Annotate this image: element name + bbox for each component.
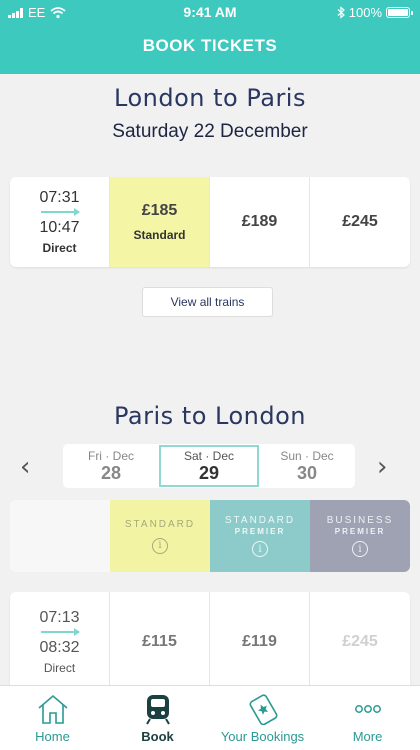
date-option-fri[interactable]: Fri · Dec 28: [63, 444, 159, 488]
date-number: 30: [296, 462, 318, 483]
ticket-icon: [249, 694, 277, 725]
return-fare-standard[interactable]: £115: [110, 592, 210, 692]
bluetooth-icon: [337, 6, 345, 19]
journey-arrow-icon: [40, 208, 80, 216]
class-subname: PREMIER: [234, 527, 286, 536]
date-day: Sun: [280, 448, 302, 463]
date-month: Dec: [112, 448, 134, 463]
date-month: Dec: [312, 448, 334, 463]
info-icon[interactable]: i: [252, 541, 268, 557]
arrive-time: 08:32: [39, 639, 80, 656]
class-subname: PREMIER: [334, 527, 386, 536]
date-day: Sat: [183, 448, 202, 463]
class-name: STANDARD: [224, 515, 296, 526]
view-all-trains-button[interactable]: View all trains: [142, 287, 273, 317]
battery-icon: [386, 7, 413, 18]
fare-price: £245: [342, 213, 378, 230]
fare-price: £189: [241, 213, 278, 230]
tab-your-bookings[interactable]: Your Bookings: [210, 686, 315, 750]
return-route-title: Paris to London: [114, 402, 306, 430]
journey-arrow-icon: [40, 628, 80, 636]
fare-price: £119: [242, 633, 277, 650]
return-fare-business-premier[interactable]: £245: [310, 592, 410, 692]
train-icon: [145, 695, 170, 725]
class-name: BUSINESS: [326, 515, 394, 526]
fare-price: £245: [342, 633, 378, 650]
class-header-row: STANDARD i STANDARD PREMIER i BUSINESS P…: [10, 500, 410, 572]
class-header-standard-premier[interactable]: STANDARD PREMIER i: [210, 500, 310, 572]
fare-option-business-premier[interactable]: £245: [310, 177, 410, 267]
journey-type: Direct: [42, 241, 77, 255]
info-icon[interactable]: i: [152, 537, 168, 554]
tab-more[interactable]: More: [315, 686, 420, 750]
page-title: BOOK TICKETS: [142, 36, 278, 55]
outbound-route-title: London to Paris: [114, 84, 306, 112]
depart-time: 07:31: [39, 189, 80, 206]
fare-price: £185: [141, 202, 178, 219]
info-icon[interactable]: i: [352, 541, 368, 557]
app-header: EE 9:41 AM 100% BOOK TICKETS: [0, 0, 420, 74]
date-number: 29: [198, 462, 220, 483]
class-name: STANDARD: [124, 518, 196, 530]
tab-home[interactable]: Home: [0, 686, 105, 750]
tab-label: More: [352, 729, 383, 744]
outbound-journey-card: 07:31 10:47 Direct £185 Standard £189 £2…: [10, 177, 410, 267]
class-header-business-premier[interactable]: BUSINESS PREMIER i: [310, 500, 410, 572]
chevron-left-icon[interactable]: ‹: [20, 452, 30, 482]
class-header-spacer: [10, 500, 110, 572]
outbound-journey-times[interactable]: 07:31 10:47 Direct: [10, 177, 110, 267]
arrive-time: 10:47: [39, 219, 80, 236]
home-icon: [37, 694, 68, 724]
return-journey-times[interactable]: 07:13 08:32 Direct: [10, 592, 110, 692]
date-picker: Fri · Dec 28 Sat · Dec 29 Sun · Dec 30: [63, 444, 355, 488]
date-number: 28: [100, 462, 122, 483]
chevron-right-icon[interactable]: ›: [377, 452, 387, 482]
fare-option-standard[interactable]: £185 Standard: [110, 177, 210, 267]
fare-class-label: Standard: [133, 228, 186, 242]
depart-time: 07:13: [39, 609, 80, 626]
fare-option-standard-premier[interactable]: £189: [210, 177, 310, 267]
tab-label: Your Bookings: [220, 729, 305, 744]
more-icon: [354, 705, 381, 713]
return-fare-standard-premier[interactable]: £119: [210, 592, 310, 692]
tab-label: Home: [35, 729, 70, 744]
fare-price: £115: [142, 633, 177, 650]
tab-book[interactable]: Book: [105, 686, 210, 750]
battery-percent: 100%: [348, 5, 382, 20]
date-option-sat[interactable]: Sat · Dec 29: [159, 445, 259, 487]
bottom-tab-bar: Home Book Your Bookings More: [0, 685, 420, 750]
status-bar: EE 9:41 AM 100%: [0, 0, 420, 26]
date-option-sun[interactable]: Sun · Dec 30: [259, 444, 355, 488]
date-month: Dec: [212, 448, 235, 463]
class-header-standard[interactable]: STANDARD i: [110, 500, 210, 572]
date-day: Fri: [87, 448, 102, 463]
tab-label: Book: [141, 729, 174, 744]
return-journey-card: 07:13 08:32 Direct £115 £119 £245: [10, 592, 410, 692]
journey-type: Direct: [43, 661, 76, 675]
outbound-date-title: Saturday 22 December: [112, 121, 308, 142]
